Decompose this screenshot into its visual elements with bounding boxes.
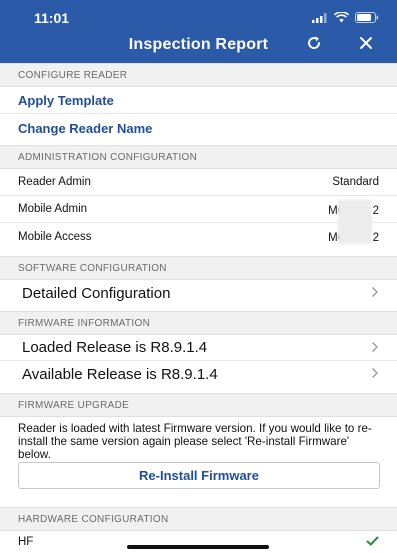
section-header-configure-reader: CONFIGURE READER [0,63,397,87]
detailed-configuration-label: Detailed Configuration [22,284,171,302]
checkmark-icon [366,533,379,551]
close-icon [359,36,373,55]
wifi-icon [333,10,350,28]
refresh-button[interactable] [303,34,325,56]
apply-template-link[interactable]: Apply Template [0,87,397,114]
mobile-access-value-suffix: 2 [372,232,379,244]
chevron-right-icon [371,366,379,382]
hf-row: HF [0,531,397,553]
page-title: Inspection Report [128,36,269,53]
change-reader-name-link[interactable]: Change Reader Name [0,114,397,142]
signal-icon [312,10,328,28]
app-header: 11:01 Inspection Report [0,0,397,63]
refresh-icon [306,35,322,56]
chevron-right-icon [371,285,379,301]
detailed-configuration-row[interactable]: Detailed Configuration [0,280,397,306]
apply-template-label: Apply Template [18,92,114,108]
chevron-right-icon [371,340,379,356]
loaded-release-label: Loaded Release is R8.9.1.4 [22,339,208,356]
battery-icon [355,10,379,28]
status-time: 11:01 [34,10,70,26]
available-release-label: Available Release is R8.9.1.4 [22,365,218,383]
firmware-upgrade-message: Reader is loaded with latest Firmware ve… [18,422,372,461]
home-indicator [127,545,269,549]
redaction-overlay [338,200,372,244]
section-header-firmware-info: FIRMWARE INFORMATION [0,311,397,335]
section-header-administration: ADMINISTRATION CONFIGURATION [0,145,397,169]
close-button[interactable] [355,34,377,56]
section-header-software: SOFTWARE CONFIGURATION [0,256,397,280]
reader-admin-row: Reader Admin Standard [0,169,397,196]
mobile-access-label: Mobile Access [18,230,92,243]
change-reader-name-label: Change Reader Name [18,120,153,136]
available-release-row[interactable]: Available Release is R8.9.1.4 [0,361,397,387]
hf-label: HF [18,536,34,548]
section-header-firmware-upgrade: FIRMWARE UPGRADE [0,393,397,417]
reader-admin-value: Standard [332,176,379,188]
reinstall-firmware-button[interactable]: Re-Install Firmware [18,462,380,489]
mobile-admin-label: Mobile Admin [18,203,88,215]
section-header-hardware: HARDWARE CONFIGURATION [0,507,397,531]
status-bar: 11:01 [0,0,397,32]
reader-admin-label: Reader Admin [18,176,91,188]
mobile-admin-value-suffix: 2 [372,204,379,217]
status-icons [312,10,379,28]
loaded-release-row[interactable]: Loaded Release is R8.9.1.4 [0,335,397,361]
